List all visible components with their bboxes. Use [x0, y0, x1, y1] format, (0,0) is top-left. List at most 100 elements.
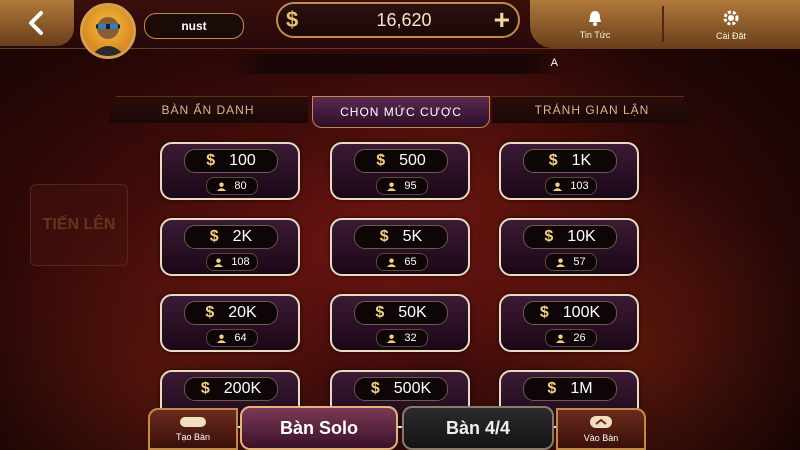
bet-amount: $2K	[184, 225, 278, 249]
bet-amount-value: 1K	[571, 152, 592, 169]
dollar-icon: $	[375, 304, 385, 321]
bet-tile[interactable]: $100 80	[160, 142, 300, 200]
bet-amount: $1K	[523, 149, 617, 173]
four-player-table-button[interactable]: Bàn 4/4	[402, 406, 554, 450]
player-count-value: 80	[234, 180, 247, 192]
tab-anti-cheat[interactable]: TRÁNH GIAN LẬN	[492, 96, 692, 123]
dollar-icon: $	[547, 380, 557, 397]
top-right-panel: Tin Tức Cài Đặt	[530, 0, 800, 48]
divider	[662, 6, 664, 42]
join-table-icon	[590, 416, 612, 428]
balance-value: 16,620	[376, 10, 432, 30]
dollar-icon: $	[286, 7, 299, 32]
player-count-value: 32	[404, 332, 417, 344]
bet-amount-value: 1M	[570, 380, 593, 397]
bet-tile[interactable]: $50K 32	[330, 294, 470, 352]
dollar-icon: $	[205, 304, 215, 321]
person-icon	[556, 257, 566, 267]
person-icon	[387, 333, 397, 343]
news-label: Tin Tức	[579, 29, 611, 40]
player-count-value: 26	[573, 332, 586, 344]
bet-amount-value: 500K	[393, 380, 432, 397]
person-icon	[214, 257, 224, 267]
bet-tile[interactable]: $10K 57	[499, 218, 639, 276]
bet-amount-value: 50K	[398, 304, 427, 321]
player-count: 57	[545, 253, 597, 271]
player-count-value: 103	[570, 180, 589, 192]
player-count: 26	[545, 329, 597, 347]
bet-tile[interactable]: $1K 103	[499, 142, 639, 200]
dollar-icon: $	[379, 228, 389, 245]
bet-tile[interactable]: $2K 108	[160, 218, 300, 276]
bet-amount-value: 100K	[562, 304, 601, 321]
dollar-icon: $	[548, 152, 558, 169]
bet-amount: $100	[184, 149, 278, 173]
bet-amount: $100K	[523, 301, 617, 325]
player-count: 80	[206, 177, 258, 195]
bet-amount-value: 100	[229, 152, 256, 169]
settings-button[interactable]: Cài Đặt	[666, 0, 796, 48]
tab-select-bet[interactable]: CHỌN MỨC CƯỢC	[312, 96, 490, 128]
user-avatar-icon	[91, 17, 125, 56]
bet-tile[interactable]: $20K 64	[160, 294, 300, 352]
player-count: 95	[376, 177, 428, 195]
create-table-label: Tạo Bàn	[175, 432, 211, 442]
bet-amount: $20K	[184, 301, 278, 325]
player-count: 64	[206, 329, 258, 347]
bet-amount-value: 200K	[223, 380, 262, 397]
dollar-icon: $	[539, 304, 549, 321]
username-label: nust	[144, 13, 244, 39]
person-icon	[553, 181, 563, 191]
news-button[interactable]: Tin Tức	[530, 0, 660, 48]
bet-amount-value: 10K	[567, 228, 596, 245]
tab-anonymous-table[interactable]: BÀN ẨN DANH	[108, 96, 308, 123]
player-count-value: 57	[573, 256, 586, 268]
announcement-text: A	[550, 57, 558, 69]
game-logo: TIẾN LÊN	[30, 184, 128, 266]
player-count: 32	[376, 329, 428, 347]
avatar[interactable]	[80, 3, 136, 59]
add-coins-button[interactable]: +	[494, 5, 510, 35]
player-count-value: 95	[404, 180, 417, 192]
bet-amount-value: 5K	[402, 228, 423, 245]
back-button[interactable]	[0, 0, 74, 46]
create-table-button[interactable]: Tạo Bàn	[148, 408, 238, 450]
bet-amount: $500	[354, 149, 448, 173]
join-table-button[interactable]: Vào Bàn	[556, 408, 646, 450]
bet-tile[interactable]: $500 95	[330, 142, 470, 200]
bet-amount: $5K	[354, 225, 448, 249]
bet-amount: $10K	[523, 225, 617, 249]
balance-box: $ 16,620 +	[276, 2, 520, 38]
bet-tabs: BÀN ẨN DANH TRÁNH GIAN LẬN CHỌN MỨC CƯỢC	[108, 96, 692, 128]
bet-amount: $1M	[523, 377, 617, 401]
game-logo-text: TIẾN LÊN	[42, 216, 116, 233]
player-count: 103	[545, 177, 597, 195]
person-icon	[387, 257, 397, 267]
bet-amount-value: 2K	[232, 228, 253, 245]
solo-table-button[interactable]: Bàn Solo	[240, 406, 398, 450]
player-count: 108	[206, 253, 258, 271]
back-arrow-icon	[29, 11, 43, 35]
bet-amount-value: 20K	[228, 304, 257, 321]
bet-tile[interactable]: $5K 65	[330, 218, 470, 276]
person-icon	[556, 333, 566, 343]
player-count-value: 64	[234, 332, 247, 344]
player-count: 65	[376, 253, 428, 271]
bet-amount-value: 500	[399, 152, 426, 169]
person-icon	[387, 181, 397, 191]
dollar-icon: $	[200, 380, 210, 397]
person-icon	[217, 333, 227, 343]
join-table-label: Vào Bàn	[583, 433, 619, 443]
announcement-bar: A	[230, 54, 564, 74]
bottom-bar: Tạo Bàn Bàn Solo Bàn 4/4 Vào Bàn	[0, 402, 800, 450]
dollar-icon: $	[209, 228, 219, 245]
player-count-value: 65	[404, 256, 417, 268]
create-table-icon	[180, 417, 206, 427]
dollar-icon: $	[376, 152, 386, 169]
person-icon	[217, 181, 227, 191]
dollar-icon: $	[206, 152, 216, 169]
settings-label: Cài Đặt	[715, 30, 746, 41]
bet-tile[interactable]: $100K 26	[499, 294, 639, 352]
top-bar: nust $ 16,620 + Tin Tức Cài Đặt	[0, 0, 800, 59]
bet-amount: $500K	[354, 377, 448, 401]
